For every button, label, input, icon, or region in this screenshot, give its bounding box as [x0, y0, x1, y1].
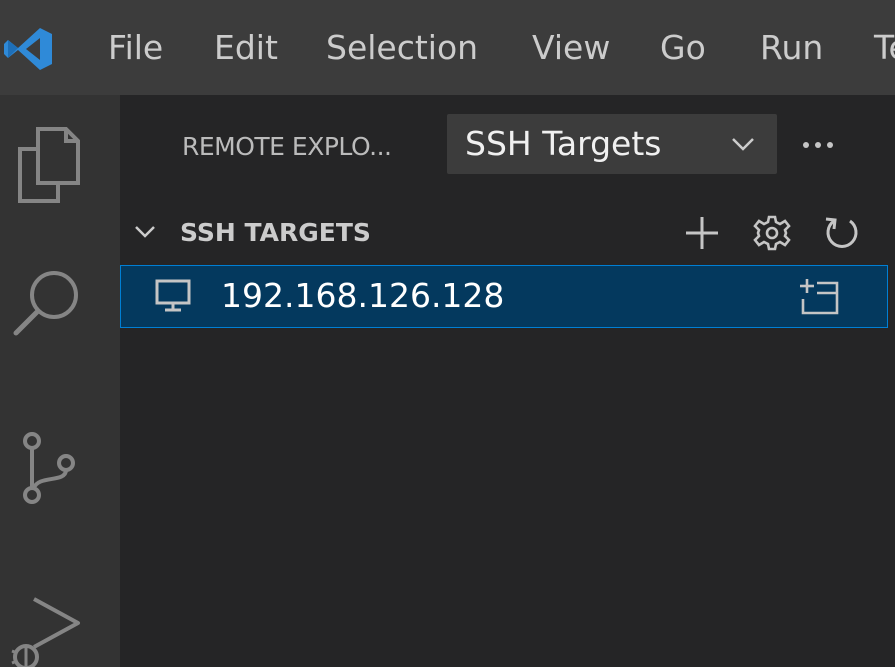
ssh-target-item[interactable]: 192.168.126.128 — [120, 265, 888, 328]
explorer-icon[interactable] — [8, 123, 84, 209]
section-title: SSH TARGETS — [180, 218, 371, 247]
activity-bar — [0, 95, 120, 667]
chevron-down-icon — [731, 136, 755, 152]
monitor-icon — [155, 279, 191, 313]
run-debug-icon[interactable] — [8, 591, 84, 667]
menu-go[interactable]: Go — [660, 26, 706, 70]
ssh-target-label: 192.168.126.128 — [221, 276, 505, 315]
more-actions-button[interactable] — [798, 125, 842, 165]
source-control-icon[interactable] — [8, 425, 84, 511]
add-icon[interactable] — [682, 213, 722, 253]
menu-view[interactable]: View — [532, 26, 610, 70]
search-icon[interactable] — [8, 267, 84, 353]
remote-explorer-sidebar: REMOTE EXPLO... SSH Targets SSH TARGETS … — [120, 95, 895, 667]
menu-terminal[interactable]: Te — [874, 26, 895, 70]
refresh-icon[interactable] — [822, 213, 862, 253]
chevron-down-icon — [134, 223, 156, 241]
vscode-window: File Edit Selection View Go Run Te — [0, 0, 895, 667]
menu-bar: File Edit Selection View Go Run Te — [0, 0, 895, 95]
menu-edit[interactable]: Edit — [214, 26, 278, 70]
sidebar-title: REMOTE EXPLO... — [182, 132, 392, 161]
menu-run[interactable]: Run — [760, 26, 823, 70]
ssh-targets-section-header[interactable]: SSH TARGETS — [120, 205, 895, 261]
gear-icon[interactable] — [752, 213, 792, 253]
menu-selection[interactable]: Selection — [326, 26, 478, 70]
vscode-logo-icon — [4, 24, 54, 74]
remote-target-dropdown[interactable]: SSH Targets — [447, 114, 777, 174]
open-new-window-icon[interactable] — [797, 277, 841, 317]
menu-file[interactable]: File — [108, 26, 163, 70]
remote-target-selected: SSH Targets — [465, 124, 662, 163]
